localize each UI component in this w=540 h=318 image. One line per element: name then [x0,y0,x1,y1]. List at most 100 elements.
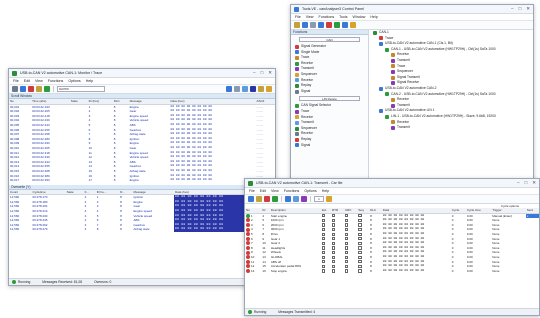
trigger-cell[interactable]: None [491,269,526,274]
sent-cell[interactable] [526,269,539,274]
filter-icon[interactable] [342,22,348,28]
checkbox[interactable] [332,264,336,268]
checkbox[interactable] [344,227,349,232]
close-icon[interactable]: ✕ [532,180,536,186]
checkbox[interactable] [344,237,349,241]
table-row[interactable]: 13 16 Stop engine 8 00 00 00 00 00 00 00 00 0… [245,269,539,274]
checkbox[interactable] [344,260,349,264]
checkbox[interactable] [344,255,349,259]
checkbox[interactable] [321,232,326,236]
menu-window[interactable]: Window [353,15,366,19]
checkbox[interactable] [344,250,349,255]
cycle-icon[interactable] [293,196,299,202]
checkbox[interactable] [358,260,362,264]
lightning-icon[interactable] [326,196,332,202]
checkbox[interactable] [358,269,362,273]
stop-icon[interactable] [12,86,18,92]
menu-file[interactable]: File [13,79,19,83]
checkbox[interactable] [332,269,336,273]
checkbox[interactable] [321,241,326,245]
menu-view[interactable]: View [271,189,279,193]
checkbox[interactable] [358,237,362,241]
checkbox[interactable] [344,269,349,273]
clear-icon[interactable] [28,86,34,92]
checkbox[interactable] [321,260,326,264]
filter-icon[interactable] [226,86,232,92]
checkbox[interactable] [332,227,336,232]
count-field[interactable]: 1 [314,196,324,202]
description-cell[interactable]: Stop engine [270,269,321,274]
checkbox[interactable] [358,223,362,227]
monitor-titlebar[interactable]: USB-to-CAN V2 automotive CAN-1: Monitor … [9,69,275,78]
menu-tools[interactable]: Tools [339,15,347,19]
checkbox[interactable] [344,214,349,218]
menu-help[interactable]: Help [322,189,329,193]
open-icon[interactable] [294,22,300,28]
checkbox[interactable] [358,264,362,268]
checkbox[interactable] [332,232,336,236]
minimize-icon[interactable]: – [517,180,520,186]
maximize-icon[interactable]: □ [525,180,528,186]
checkbox[interactable] [332,218,336,222]
menu-functions[interactable]: Functions [48,79,64,83]
menu-edit[interactable]: Edit [24,79,30,83]
checkbox[interactable] [321,218,326,222]
checkbox[interactable] [321,223,326,227]
checkbox[interactable] [344,218,349,222]
checkbox[interactable] [321,250,326,255]
checkbox[interactable] [321,255,326,259]
checkbox[interactable] [332,214,336,218]
menu-options[interactable]: Options [68,79,80,83]
checkbox[interactable] [332,237,336,241]
tree-node[interactable]: Transmit [371,125,533,131]
minimize-icon[interactable]: – [511,6,514,12]
grid-icon[interactable] [310,22,316,28]
stop-icon[interactable] [326,22,332,28]
checkbox[interactable] [321,227,326,232]
save-icon[interactable] [248,196,254,202]
checkbox[interactable] [332,246,336,250]
checkbox[interactable] [344,246,349,250]
save-icon[interactable] [20,86,26,92]
checkbox[interactable] [321,264,326,268]
transmit-titlebar[interactable]: USB-to-CAN V2 automotive CAN-1: Transmit… [245,179,539,188]
menu-view[interactable]: View [306,15,314,19]
checkbox[interactable] [332,260,336,264]
checkbox[interactable] [358,250,362,255]
window-icon[interactable] [318,22,324,28]
function-item[interactable]: Signal [291,89,368,95]
lin-selector[interactable]: LIN Device [299,96,360,102]
checkbox[interactable] [321,237,326,241]
checkbox[interactable] [332,250,336,255]
checkbox[interactable] [358,241,362,245]
menu-file[interactable]: File [249,189,255,193]
checkbox[interactable] [358,227,362,232]
can-selector[interactable]: CAN [299,37,360,42]
checkbox[interactable] [344,264,349,268]
lightning-icon[interactable] [350,22,356,28]
checkbox[interactable] [358,232,362,236]
send-icon[interactable] [285,196,291,202]
checkbox[interactable] [332,223,336,227]
menu-functions[interactable]: Functions [284,189,300,193]
filter-field[interactable]: 0x07FF [57,86,105,92]
checkbox[interactable] [332,241,336,245]
checkbox[interactable] [358,214,362,218]
delete-icon[interactable] [264,196,270,202]
maximize-icon[interactable]: □ [519,6,522,12]
menu-file[interactable]: File [295,15,301,19]
menu-functions[interactable]: Functions [319,15,335,19]
sequence-icon[interactable] [301,196,307,202]
menu-options[interactable]: Options [304,189,316,193]
table-row[interactable]: 00,017 00:03:22.393 17 8 Engine 00 00 00 00 0… [9,178,275,183]
menu-help[interactable]: Help [86,79,93,83]
control-titlebar[interactable]: Tools.VE - canAnalyser3 Control Panel – □… [291,5,533,14]
open-icon[interactable] [256,196,262,202]
maximize-icon[interactable]: □ [261,70,264,76]
folder-icon[interactable] [36,86,42,92]
checkbox[interactable] [344,232,349,236]
menu-view[interactable]: View [35,79,43,83]
checkbox[interactable] [358,255,362,259]
save-icon[interactable] [302,22,308,28]
pause-icon[interactable] [234,86,240,92]
